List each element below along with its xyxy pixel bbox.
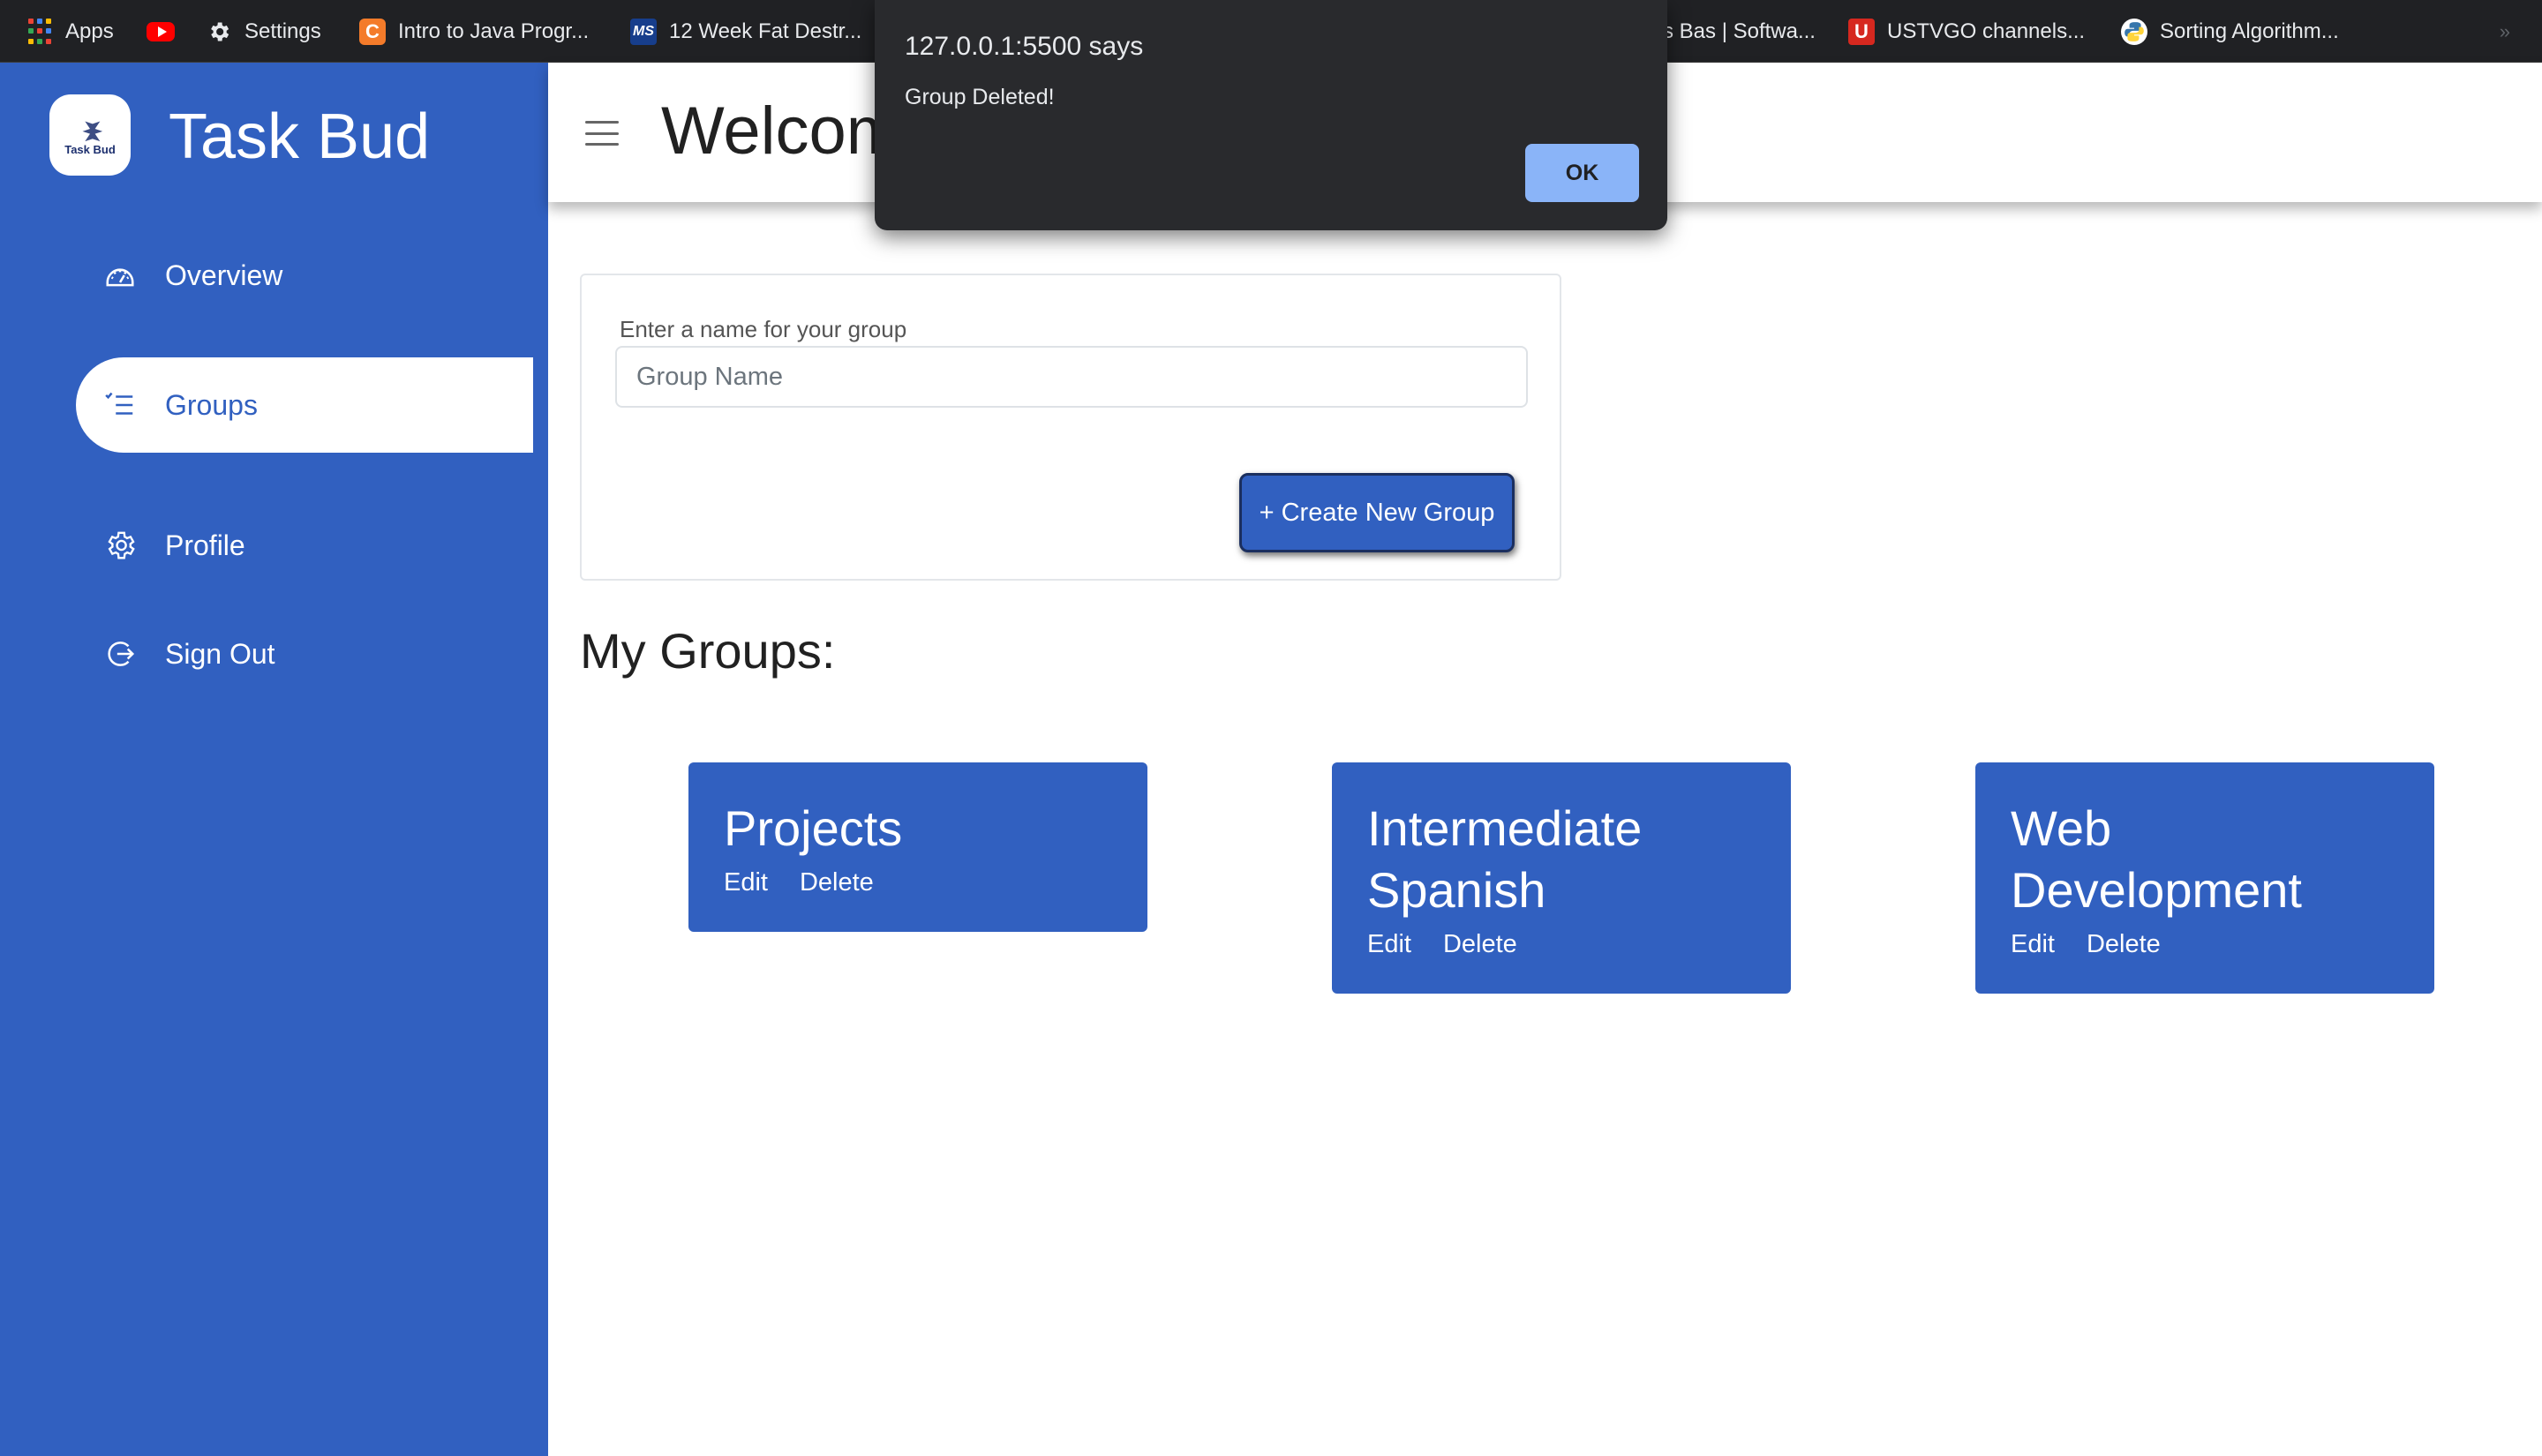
codecademy-icon: C	[359, 18, 386, 45]
nav-item-overview[interactable]: Overview	[76, 228, 533, 323]
group-title: Intermediate Spanish	[1367, 800, 1643, 918]
apps-grid-icon	[26, 19, 53, 45]
gear-icon	[102, 528, 138, 563]
group-card: Web Development Edit Delete	[1975, 762, 2434, 994]
brand-name: Task Bud	[169, 101, 431, 172]
logo-text: Task Bud	[64, 143, 116, 156]
bookmark-label: Settings	[244, 19, 321, 43]
delete-group-link[interactable]: Delete	[2087, 928, 2161, 960]
edit-group-link[interactable]: Edit	[1367, 928, 1411, 960]
alert-title: 127.0.0.1:5500 says	[905, 32, 1144, 61]
logo-mark-icon	[82, 116, 103, 144]
more-bookmarks-chevron-icon[interactable]: »	[2500, 0, 2510, 63]
delete-group-link[interactable]: Delete	[1443, 928, 1517, 960]
alert-ok-button[interactable]: OK	[1525, 144, 1639, 202]
group-name-input[interactable]	[615, 346, 1528, 408]
nav-label: Groups	[165, 388, 258, 421]
brand-logo: Task Bud	[49, 94, 131, 176]
bookmark-java[interactable]: C Intro to Java Progr...	[359, 0, 589, 63]
hamburger-menu-icon[interactable]	[585, 121, 619, 146]
bookmark-settings[interactable]: Settings	[206, 0, 321, 63]
youtube-icon	[147, 21, 175, 41]
alert-dialog: 127.0.0.1:5500 says Group Deleted! OK	[875, 0, 1667, 230]
bookmark-apps[interactable]: Apps	[26, 0, 114, 63]
bookmark-sorting[interactable]: Sorting Algorithm...	[2121, 0, 2339, 63]
delete-group-link[interactable]: Delete	[800, 867, 874, 898]
nav-label: Sign Out	[165, 637, 275, 670]
edit-group-link[interactable]: Edit	[2011, 928, 2055, 960]
nav-label: Profile	[165, 529, 245, 561]
nav-label: Overview	[165, 259, 283, 291]
gear-icon	[206, 19, 232, 45]
alert-message: Group Deleted!	[905, 85, 1055, 109]
create-group-card: Enter a name for your group + Create New…	[580, 274, 1561, 581]
bookmark-label: USTVGO channels...	[1887, 19, 2086, 43]
bookmark-label: s Bas | Softwa...	[1663, 19, 1816, 43]
my-groups-heading: My Groups:	[580, 623, 836, 679]
group-card: Projects Edit Delete	[688, 762, 1147, 932]
bookmark-fat[interactable]: MS 12 Week Fat Destr...	[630, 0, 861, 63]
group-title: Web Development	[2011, 800, 2302, 918]
ustvgo-icon: U	[1848, 18, 1875, 45]
create-group-button[interactable]: + Create New Group	[1239, 473, 1515, 552]
group-title: Projects	[724, 800, 903, 856]
bookmark-label: 12 Week Fat Destr...	[669, 19, 862, 43]
bookmark-youtube[interactable]	[147, 0, 187, 63]
bookmark-ustvgo[interactable]: U USTVGO channels...	[1848, 0, 2085, 63]
bookmark-label: Intro to Java Progr...	[398, 19, 590, 43]
nav-item-groups[interactable]: Groups	[76, 357, 533, 453]
group-card: Intermediate Spanish Edit Delete	[1332, 762, 1791, 994]
nav-item-signout[interactable]: Sign Out	[76, 606, 533, 702]
dashboard-icon	[102, 258, 138, 293]
ms-icon: MS	[630, 18, 657, 45]
python-icon	[2121, 18, 2147, 45]
sidebar: Task Bud Task Bud Overview Groups Profil…	[0, 63, 548, 1456]
bookmark-bas[interactable]: s Bas | Softwa...	[1663, 0, 1816, 63]
bookmark-label: Apps	[65, 19, 114, 43]
sign-out-icon	[102, 636, 138, 672]
bookmark-label: Sorting Algorithm...	[2160, 19, 2339, 43]
page-title: Welcom	[661, 94, 903, 169]
list-check-icon	[102, 387, 138, 423]
group-name-label: Enter a name for your group	[620, 316, 907, 342]
edit-group-link[interactable]: Edit	[724, 867, 768, 898]
nav-item-profile[interactable]: Profile	[76, 498, 533, 593]
